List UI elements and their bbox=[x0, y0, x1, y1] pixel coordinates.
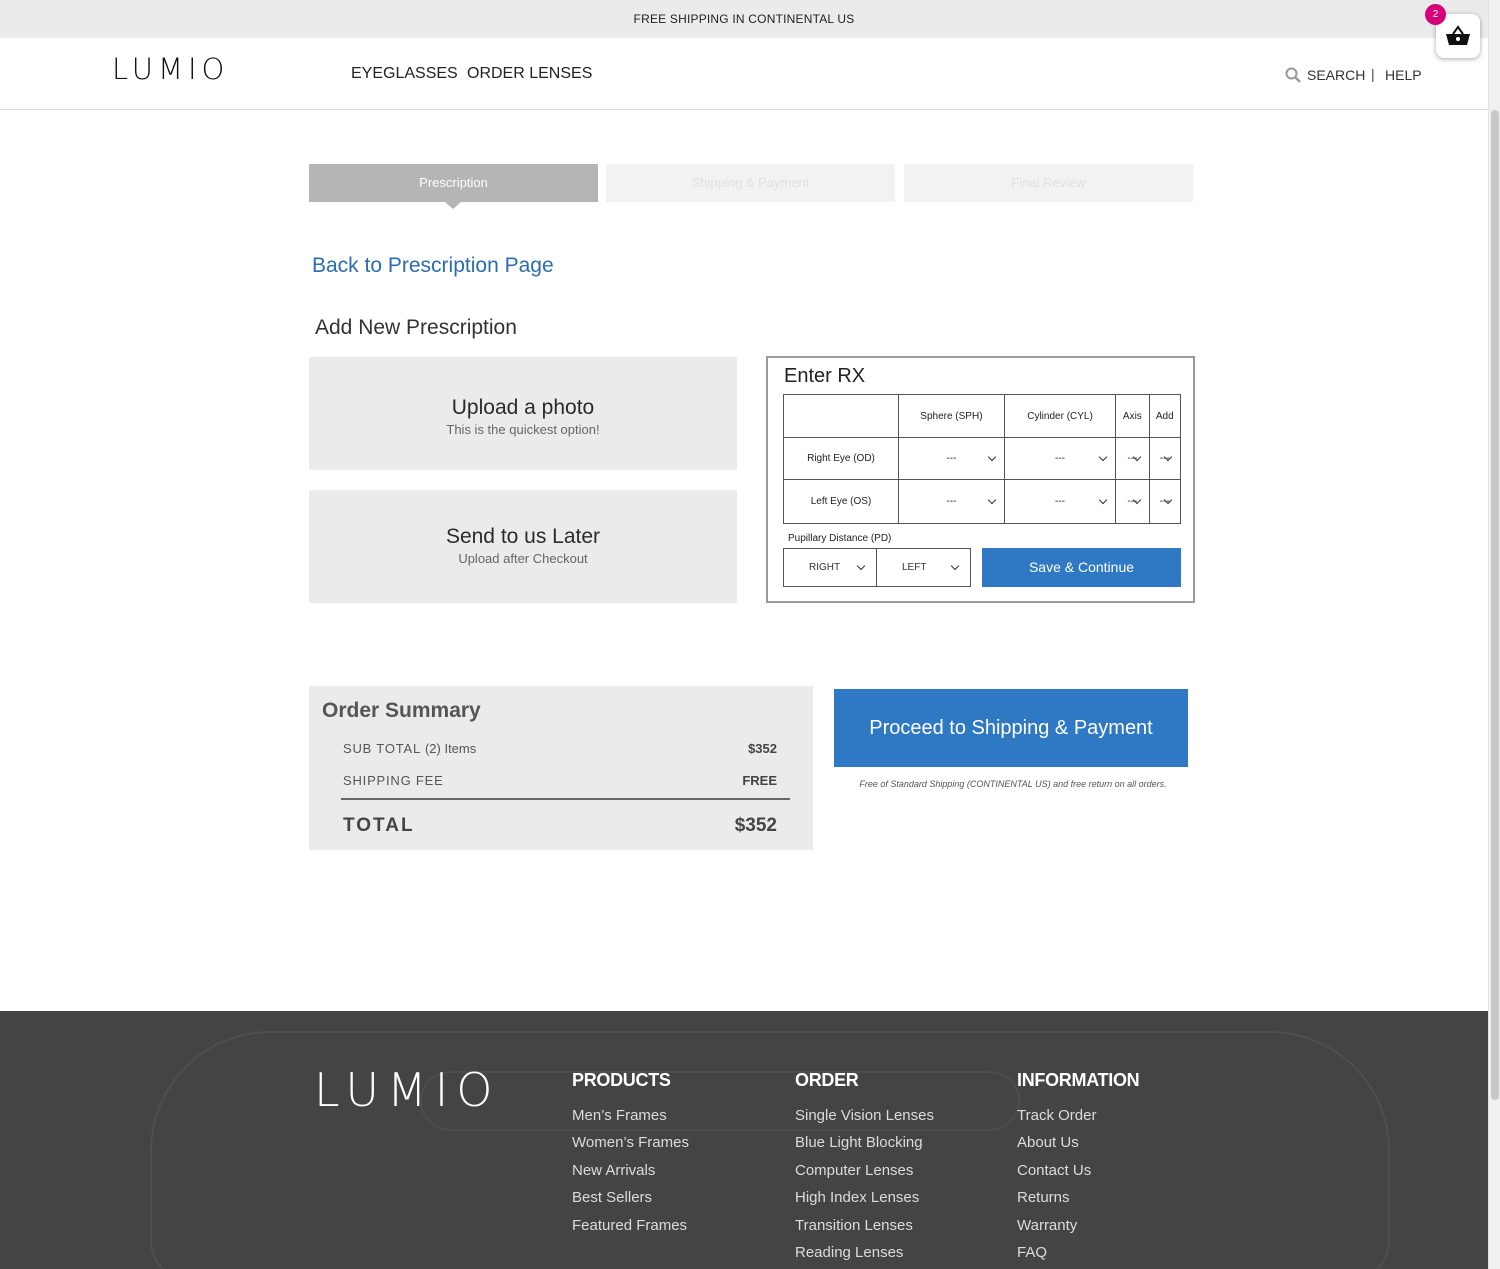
footer-link[interactable]: Track Order bbox=[1017, 1107, 1139, 1134]
lumio-logo[interactable]: LUMIO bbox=[112, 52, 229, 86]
site-footer: LUMIO PRODUCTS Men’s Frames Women’s Fram… bbox=[0, 1011, 1488, 1269]
right-sphere-select[interactable]: --- bbox=[898, 437, 1005, 480]
left-sphere-select[interactable]: --- bbox=[898, 479, 1005, 524]
save-continue-button[interactable]: Save & Continue bbox=[982, 548, 1181, 587]
page-title: Add New Prescription bbox=[315, 316, 517, 339]
nav-order-lenses[interactable]: ORDER LENSES bbox=[467, 65, 592, 83]
footer-link[interactable]: Featured Frames bbox=[572, 1217, 689, 1244]
chevron-down-icon bbox=[856, 561, 866, 571]
left-eye-label: Left Eye (OS) bbox=[783, 479, 899, 524]
rx-table: Sphere (SPH) Cylinder (CYL) Axis Add Rig… bbox=[783, 394, 1182, 524]
free-shipping-note: Free of Standard Shipping (CONTINENTAL U… bbox=[859, 779, 1167, 789]
proceed-to-shipping-button[interactable]: Proceed to Shipping & Payment bbox=[834, 689, 1188, 767]
step-prescription[interactable]: Prescription bbox=[309, 164, 598, 202]
footer-link[interactable]: Single Vision Lenses bbox=[795, 1107, 934, 1134]
step-shipping-payment[interactable]: Shipping & Payment bbox=[606, 164, 895, 202]
step-final-review[interactable]: Final Review bbox=[904, 164, 1193, 202]
chevron-down-icon bbox=[1098, 495, 1108, 504]
shipping-banner: FREE SHIPPING IN CONTINENTAL US bbox=[0, 0, 1488, 38]
pd-left-value: LEFT bbox=[902, 562, 927, 573]
footer-link[interactable]: Warranty bbox=[1017, 1217, 1139, 1244]
right-cylinder-select[interactable]: --- bbox=[1003, 437, 1117, 480]
rx-col-cylinder: Cylinder (CYL) bbox=[1003, 394, 1117, 438]
right-add-select[interactable]: --- bbox=[1148, 437, 1182, 480]
footer-order-column: ORDER Single Vision Lenses Blue Light Bl… bbox=[795, 1070, 934, 1269]
chevron-down-icon bbox=[1098, 452, 1108, 461]
chevron-down-icon bbox=[987, 452, 997, 461]
send-later-subtitle: Upload after Checkout bbox=[458, 551, 588, 566]
footer-link[interactable]: Returns bbox=[1017, 1189, 1139, 1216]
active-step-pointer bbox=[445, 202, 461, 209]
search-link[interactable]: SEARCH bbox=[1285, 67, 1365, 83]
right-axis-select[interactable]: --- bbox=[1115, 437, 1150, 480]
rx-col-sphere: Sphere (SPH) bbox=[898, 394, 1005, 438]
order-summary: Order Summary SUB TOTAL (2) Items $352 S… bbox=[309, 686, 813, 850]
footer-link[interactable]: Contact Us bbox=[1017, 1162, 1139, 1189]
left-axis-select[interactable]: --- bbox=[1115, 479, 1150, 524]
select-value: --- bbox=[1055, 496, 1066, 507]
site-header: LUMIO EYEGLASSES ORDER LENSES SEARCH | H… bbox=[0, 38, 1488, 110]
footer-link[interactable]: Best Sellers bbox=[572, 1189, 689, 1216]
order-summary-title: Order Summary bbox=[322, 699, 481, 722]
chevron-down-icon bbox=[950, 561, 960, 571]
rx-title: Enter RX bbox=[784, 365, 866, 387]
footer-logo[interactable]: LUMIO bbox=[314, 1063, 500, 1117]
total-value: $352 bbox=[734, 815, 777, 836]
send-later-title: Send to us Later bbox=[445, 525, 601, 548]
footer-link[interactable]: High Index Lenses bbox=[795, 1189, 934, 1216]
footer-link[interactable]: New Arrivals bbox=[572, 1162, 689, 1189]
select-value: --- bbox=[1055, 453, 1066, 464]
select-value: --- bbox=[946, 496, 957, 507]
search-icon bbox=[1285, 67, 1301, 83]
footer-information-title: INFORMATION bbox=[1017, 1070, 1140, 1090]
footer-link[interactable]: Computer Lenses bbox=[795, 1162, 934, 1189]
subtotal-label: SUB TOTAL bbox=[343, 741, 421, 756]
header-separator: | bbox=[1371, 66, 1375, 82]
footer-products-column: PRODUCTS Men’s Frames Women’s Frames New… bbox=[572, 1070, 689, 1244]
shipping-label: SHIPPING FEE bbox=[343, 773, 444, 788]
page-scrollbar[interactable] bbox=[1488, 0, 1500, 1269]
left-cylinder-select[interactable]: --- bbox=[1003, 479, 1117, 524]
enter-rx-panel: Enter RX Sphere (SPH) Cylinder (CYL) Axi… bbox=[766, 356, 1195, 603]
select-value: --- bbox=[946, 453, 957, 464]
footer-link[interactable]: Men’s Frames bbox=[572, 1107, 689, 1134]
subtotal-row: SUB TOTAL (2) Items $352 bbox=[343, 741, 777, 756]
shipping-row: SHIPPING FEE FREE bbox=[343, 773, 777, 788]
shipping-value: FREE bbox=[742, 773, 777, 788]
pd-right-value: RIGHT bbox=[809, 562, 841, 573]
pd-label: Pupillary Distance (PD) bbox=[788, 533, 892, 544]
left-add-select[interactable]: --- bbox=[1148, 479, 1182, 524]
back-to-prescription-link[interactable]: Back to Prescription Page bbox=[312, 254, 554, 278]
footer-information-column: INFORMATION Track Order About Us Contact… bbox=[1017, 1070, 1140, 1269]
footer-products-title: PRODUCTS bbox=[572, 1070, 671, 1090]
upload-photo-subtitle: This is the quickest option! bbox=[446, 422, 600, 437]
footer-link[interactable]: Blue Light Blocking bbox=[795, 1134, 934, 1161]
right-eye-label: Right Eye (OD) bbox=[783, 437, 899, 480]
subtotal-value: $352 bbox=[748, 741, 777, 756]
upload-photo-title: Upload a photo bbox=[451, 396, 595, 419]
send-later-option[interactable]: Send to us Later Upload after Checkout bbox=[309, 490, 737, 603]
summary-divider bbox=[341, 798, 790, 800]
footer-link[interactable]: Women’s Frames bbox=[572, 1134, 689, 1161]
rx-col-axis: Axis bbox=[1115, 394, 1150, 438]
rx-corner-cell bbox=[783, 394, 899, 438]
subtotal-items: (2) Items bbox=[424, 741, 477, 756]
footer-link[interactable]: Reading Lenses bbox=[795, 1244, 934, 1269]
footer-order-title: ORDER bbox=[795, 1070, 859, 1090]
chevron-down-icon bbox=[987, 495, 997, 504]
footer-link[interactable]: About Us bbox=[1017, 1134, 1139, 1161]
nav-eyeglasses[interactable]: EYEGLASSES bbox=[351, 65, 458, 83]
cart-count-badge: 2 bbox=[1425, 4, 1446, 25]
pd-left-select[interactable]: LEFT bbox=[876, 548, 971, 587]
basket-icon bbox=[1446, 25, 1470, 45]
footer-link[interactable]: FAQ bbox=[1017, 1244, 1139, 1269]
total-label: TOTAL bbox=[343, 815, 415, 836]
footer-link[interactable]: Transition Lenses bbox=[795, 1217, 934, 1244]
help-link[interactable]: HELP bbox=[1385, 67, 1422, 83]
pd-right-select[interactable]: RIGHT bbox=[783, 548, 877, 587]
search-label: SEARCH bbox=[1307, 67, 1366, 83]
upload-photo-option[interactable]: Upload a photo This is the quickest opti… bbox=[309, 357, 737, 470]
scrollbar-thumb[interactable] bbox=[1491, 110, 1499, 1100]
rx-col-add: Add bbox=[1148, 394, 1182, 438]
